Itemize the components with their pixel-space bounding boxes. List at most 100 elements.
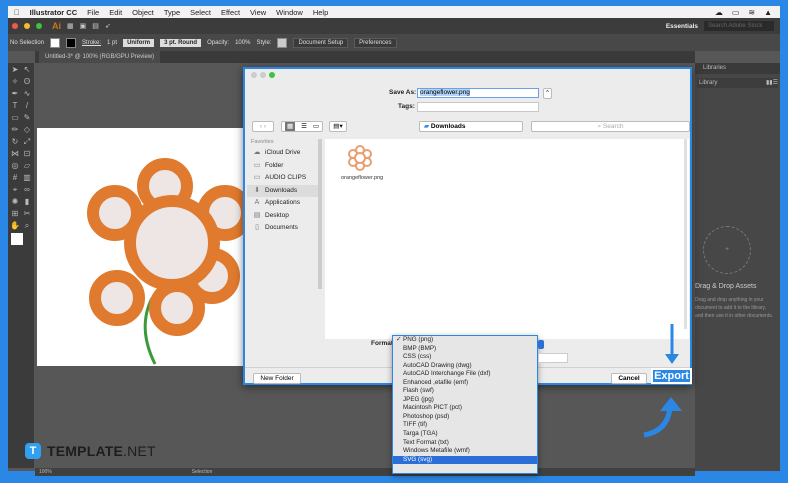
perspective-icon[interactable]: ▱ — [21, 161, 33, 173]
format-option[interactable]: CSS (css) — [393, 353, 537, 362]
dialog-close-icon[interactable] — [251, 72, 257, 78]
format-option[interactable]: TIFF (tif) — [393, 421, 537, 430]
format-dropdown-menu[interactable]: ✓ PNG (png) BMP (BMP) CSS (css) AutoCAD D… — [392, 335, 538, 474]
export-button[interactable]: Export — [651, 368, 692, 384]
dialog-minimize-icon[interactable] — [260, 72, 266, 78]
apple-icon[interactable]:  — [14, 8, 20, 17]
format-option[interactable]: Windows Metafile (wmf) — [393, 447, 537, 456]
sidebar-item-folder[interactable]: ▭ Folder — [247, 160, 319, 173]
arrange-icon[interactable]: ▤ — [92, 22, 99, 30]
style-swatch[interactable] — [277, 37, 288, 48]
expand-button[interactable]: ⌃ — [543, 88, 552, 99]
file-item[interactable]: orangeflower.png — [341, 143, 383, 181]
panel-menu-icon[interactable]: ☰ — [773, 78, 778, 88]
list-view-icon[interactable]: ☰ — [301, 122, 307, 131]
curvature-icon[interactable]: ∿ — [21, 89, 33, 101]
library-select[interactable]: Library — [699, 78, 717, 88]
file-scrollbar[interactable] — [684, 139, 687, 329]
slice-icon[interactable]: ✂ — [21, 209, 33, 221]
hand-icon[interactable]: ✋ — [9, 221, 21, 233]
sidebar-item-applications[interactable]: A Applications — [247, 197, 319, 210]
wifi-icon[interactable]: ≋ — [748, 8, 755, 17]
stock-icon[interactable]: ▣ — [80, 22, 87, 30]
type-icon[interactable]: T — [9, 101, 21, 113]
stock-search-input[interactable]: Search Adobe Stock — [704, 21, 774, 31]
lasso-icon[interactable]: ʘ — [21, 77, 33, 89]
dialog-zoom-icon[interactable] — [269, 72, 275, 78]
blend-icon[interactable]: ∞ — [21, 185, 33, 197]
gpu-icon[interactable]: ➶ — [105, 22, 111, 30]
menu-view[interactable]: View — [250, 8, 266, 17]
format-option[interactable]: Targa (TGA) — [393, 430, 537, 439]
menu-object[interactable]: Object — [132, 8, 154, 17]
stroke-swatch[interactable] — [66, 37, 77, 48]
format-option[interactable]: AutoCAD Interchange File (dxf) — [393, 370, 537, 379]
menu-window[interactable]: Window — [276, 8, 303, 17]
rotate-icon[interactable]: ↻ — [9, 137, 21, 149]
pencil-icon[interactable]: ✏ — [9, 125, 21, 137]
tags-input[interactable] — [417, 102, 539, 112]
eject-icon[interactable]: ▲ — [764, 8, 772, 17]
cancel-button[interactable]: Cancel — [611, 373, 647, 384]
format-option[interactable]: Text Format (txt) — [393, 439, 537, 448]
variable-width-profile[interactable]: Uniform — [123, 38, 155, 47]
minimize-window-icon[interactable] — [24, 23, 30, 29]
grid-view-icon[interactable]: ▮▮ — [766, 78, 773, 88]
fill-swatch[interactable] — [50, 37, 61, 48]
format-options-field[interactable] — [538, 353, 568, 363]
format-option[interactable]: BMP (BMP) — [393, 345, 537, 354]
eyedropper-icon[interactable]: ⌖ — [9, 185, 21, 197]
paintbrush-icon[interactable]: ✎ — [21, 113, 33, 125]
opacity-input[interactable]: 100% — [235, 40, 250, 46]
format-option[interactable]: ✓ PNG (png) — [393, 336, 537, 345]
format-option[interactable]: Macintosh PICT (pct) — [393, 404, 537, 413]
sidebar-item-audio-clips[interactable]: ▭ AUDIO CLIPS — [247, 172, 319, 185]
pen-icon[interactable]: ✒ — [9, 89, 21, 101]
maximize-window-icon[interactable] — [36, 23, 42, 29]
search-field[interactable]: ⌕ Search — [531, 121, 690, 132]
format-option[interactable]: AutoCAD Drawing (dwg) — [393, 362, 537, 371]
workspace-switcher[interactable]: Essentials — [666, 23, 698, 30]
view-mode-buttons[interactable]: ▦ ☰ ▭ — [281, 121, 323, 132]
location-select[interactable]: ▰ Downloads — [419, 121, 523, 132]
scale-icon[interactable]: ⤢ — [21, 137, 33, 149]
format-option[interactable]: JPEG (jpg) — [393, 396, 537, 405]
back-forward-buttons[interactable]: ‹ › — [252, 121, 274, 132]
symbol-sprayer-icon[interactable]: ✺ — [9, 197, 21, 209]
creative-cloud-icon[interactable]: ☁ — [715, 8, 723, 17]
close-window-icon[interactable] — [12, 23, 18, 29]
menu-help[interactable]: Help — [313, 8, 328, 17]
format-stepper-icon[interactable] — [538, 340, 544, 349]
eraser-icon[interactable]: ◇ — [21, 125, 33, 137]
gradient-icon[interactable]: ▥ — [21, 173, 33, 185]
document-setup-button[interactable]: Document Setup — [293, 37, 349, 48]
stroke-weight-input[interactable]: 1 pt — [107, 40, 117, 46]
sidebar-item-documents[interactable]: ▯ Documents — [247, 222, 319, 235]
stroke-label[interactable]: Stroke: — [82, 40, 101, 46]
libraries-tab[interactable]: Libraries — [695, 63, 780, 74]
sidebar-scrollbar[interactable] — [318, 139, 322, 289]
zoom-icon[interactable]: ⌕ — [21, 221, 33, 233]
bridge-icon[interactable]: ▦ — [67, 22, 74, 30]
zoom-level[interactable]: 100% — [39, 469, 52, 475]
sidebar-item-downloads[interactable]: ⬇ Downloads — [247, 184, 319, 197]
magic-wand-icon[interactable]: ✧ — [9, 77, 21, 89]
artboard-icon[interactable]: ⊞ — [9, 209, 21, 221]
icon-view-icon[interactable]: ▦ — [284, 122, 296, 131]
selection-tool-icon[interactable]: ➤ — [9, 65, 21, 77]
mesh-icon[interactable]: # — [9, 173, 21, 185]
artboard[interactable] — [37, 128, 257, 366]
format-option-svg[interactable]: SVG (svg) — [393, 455, 537, 465]
rectangle-icon[interactable]: ▭ — [9, 113, 21, 125]
width-icon[interactable]: ⋈ — [9, 149, 21, 161]
line-icon[interactable]: / — [21, 101, 33, 113]
document-tab[interactable]: Untitled-3* @ 100% (RGB/GPU Preview) — [39, 51, 161, 63]
menu-type[interactable]: Type — [164, 8, 180, 17]
brush-definition[interactable]: 3 pt. Round — [160, 38, 202, 47]
shape-builder-icon[interactable]: ◎ — [9, 161, 21, 173]
format-option[interactable]: Flash (swf) — [393, 387, 537, 396]
menu-edit[interactable]: Edit — [109, 8, 122, 17]
menu-effect[interactable]: Effect — [221, 8, 240, 17]
save-as-input[interactable]: orangeflower.png — [417, 88, 539, 98]
format-option[interactable]: Enhanced ,etafile (emf) — [393, 379, 537, 388]
